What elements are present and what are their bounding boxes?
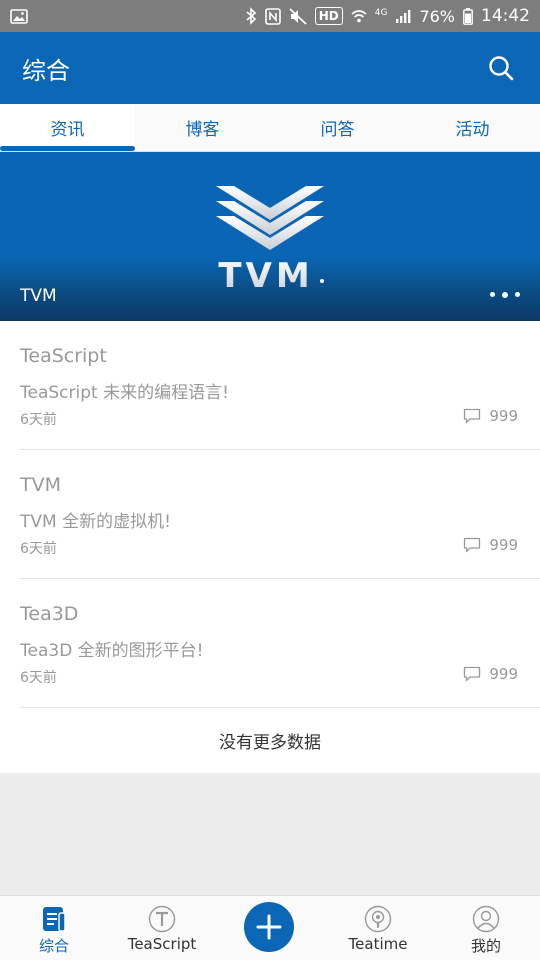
- status-time: 14:42: [481, 6, 530, 26]
- comment-count-value: 999: [489, 407, 518, 425]
- carousel-dot-active: [502, 291, 508, 298]
- category-tabs: 资讯 博客 问答 活动: [0, 104, 540, 152]
- nfc-icon: [264, 7, 281, 25]
- tab-events[interactable]: 活动: [405, 104, 540, 151]
- news-title: Tea3D: [20, 603, 79, 625]
- tvm-logo: TVM: [216, 186, 324, 294]
- page-title: 综合: [22, 56, 70, 85]
- news-time: 6天前: [20, 412, 57, 428]
- tab-active-indicator: [0, 146, 135, 151]
- comment-icon: [464, 666, 481, 682]
- nav-label: 我的: [470, 937, 501, 955]
- tab-qa[interactable]: 问答: [270, 104, 405, 151]
- comment-count: 999: [463, 665, 518, 683]
- search-button[interactable]: [484, 51, 518, 85]
- comment-count: 999: [463, 536, 518, 554]
- tab-label: 资讯: [50, 120, 85, 140]
- comment-icon: [464, 408, 481, 424]
- hd-badge: HD: [314, 7, 343, 25]
- status-right: HD 4G 76% 14:42: [245, 6, 530, 26]
- mute-icon: [289, 7, 307, 25]
- nav-item-teatime[interactable]: Teatime: [324, 896, 432, 960]
- news-title: TVM: [20, 474, 61, 496]
- news-item[interactable]: TeaScript TeaScript 未来的编程语言! 6天前 999: [20, 321, 540, 450]
- status-left: [10, 8, 28, 24]
- comment-count-value: 999: [489, 665, 518, 683]
- news-time: 6天前: [20, 541, 57, 557]
- plus-icon: [256, 914, 282, 940]
- signal-icon: [395, 9, 411, 24]
- podcast-icon: [363, 904, 393, 934]
- comment-count: 999: [463, 407, 518, 425]
- carousel-indicator: [490, 291, 520, 298]
- news-item[interactable]: Tea3D Tea3D 全新的图形平台! 6天前 999: [20, 579, 540, 708]
- search-icon: [489, 56, 514, 81]
- tab-blog[interactable]: 博客: [135, 104, 270, 151]
- news-description: TeaScript 未来的编程语言!: [20, 383, 229, 403]
- comment-icon: [464, 537, 481, 553]
- teascript-icon: [147, 904, 177, 934]
- carousel-dot: [515, 292, 520, 297]
- comment-count-value: 999: [489, 536, 518, 554]
- nav-label: Teatime: [348, 935, 408, 953]
- list-end-message: 没有更多数据: [219, 732, 321, 753]
- nav-item-teascript[interactable]: TeaScript: [108, 896, 216, 960]
- logo-text: TVM: [218, 256, 313, 294]
- news-description: TVM 全新的虚拟机!: [20, 512, 171, 532]
- banner-carousel[interactable]: TVM TVM: [0, 152, 540, 321]
- wifi-icon: [351, 8, 367, 24]
- carousel-dot: [490, 292, 495, 297]
- app-header: 综合: [0, 32, 540, 104]
- network-type: 4G: [374, 8, 388, 18]
- tab-news[interactable]: 资讯: [0, 104, 135, 151]
- news-time: 6天前: [20, 670, 57, 686]
- nav-item-profile[interactable]: 我的: [432, 896, 540, 960]
- battery-icon: [463, 7, 473, 25]
- banner-caption: TVM: [20, 286, 57, 306]
- news-icon: [39, 904, 69, 934]
- battery-percent: 76%: [419, 6, 455, 26]
- bottom-navigation: 综合 TeaScript Teatime 我的: [0, 895, 540, 960]
- news-title: TeaScript: [20, 345, 107, 367]
- news-description: Tea3D 全新的图形平台!: [20, 641, 204, 661]
- status-bar: HD 4G 76% 14:42: [0, 0, 540, 32]
- nav-label: 综合: [38, 937, 69, 955]
- nav-label: TeaScript: [127, 935, 197, 953]
- tab-label: 博客: [185, 120, 220, 140]
- profile-icon: [471, 904, 501, 934]
- nav-item-overview[interactable]: 综合: [0, 896, 108, 960]
- bluetooth-icon: [245, 7, 257, 25]
- news-item[interactable]: TVM TVM 全新的虚拟机! 6天前 999: [20, 450, 540, 579]
- tab-label: 问答: [320, 120, 355, 140]
- gallery-notification-icon: [10, 8, 28, 24]
- add-button[interactable]: [244, 902, 294, 952]
- news-list: TeaScript TeaScript 未来的编程语言! 6天前 999 TVM…: [0, 321, 540, 773]
- tab-label: 活动: [455, 120, 490, 140]
